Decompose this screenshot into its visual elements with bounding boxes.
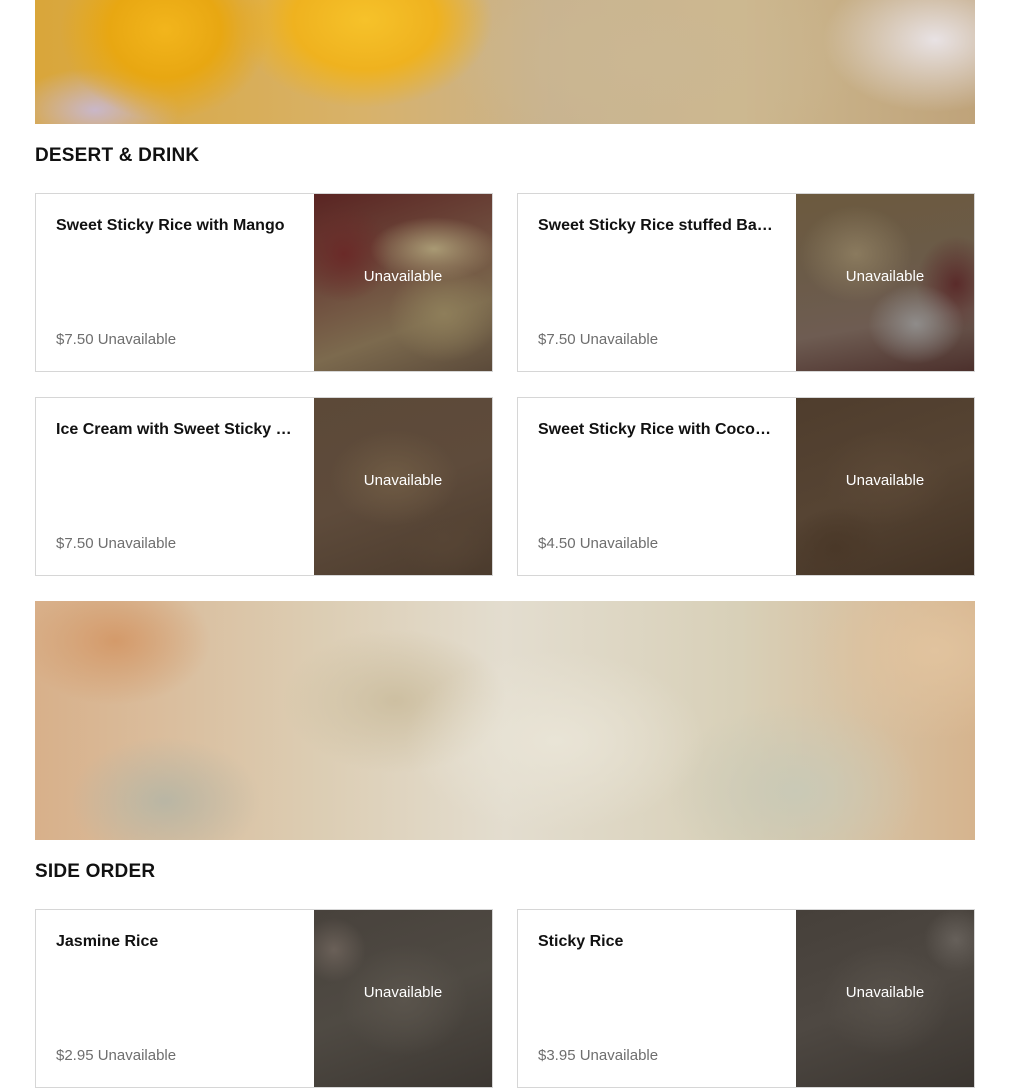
menu-item-image: Unavailable	[314, 194, 492, 371]
unavailable-overlay-label: Unavailable	[845, 472, 925, 489]
unavailable-overlay-label: Unavailable	[363, 268, 443, 285]
menu-item-name: Sweet Sticky Rice with Mango	[56, 217, 285, 234]
unavailable-overlay-label: Unavailable	[845, 268, 925, 285]
menu-item-name: Sweet Sticky Rice with Coconut	[538, 421, 776, 438]
menu-item-price: $4.50	[538, 535, 576, 552]
unavailable-overlay-label: Unavailable	[363, 984, 443, 1001]
menu-item-card[interactable]: Sweet Sticky Rice with Mango $7.50 Unava…	[35, 193, 493, 372]
menu-item-card[interactable]: Ice Cream with Sweet Sticky Rice $7.50 U…	[35, 397, 493, 576]
section-banner-image	[35, 0, 975, 124]
menu-item-card[interactable]: Sweet Sticky Rice stuffed Banana $7.50 U…	[517, 193, 975, 372]
menu-item-image: Unavailable	[314, 910, 492, 1087]
menu-item-price: $7.50	[56, 535, 94, 552]
menu-item-price: $2.95	[56, 1047, 94, 1064]
menu-item-image: Unavailable	[796, 910, 974, 1087]
menu-item-status: Unavailable	[579, 535, 659, 552]
menu-item-price-line: $7.50 Unavailable	[538, 331, 658, 349]
menu-item-image: Unavailable	[796, 398, 974, 575]
menu-item-price: $7.50	[538, 331, 576, 348]
menu-item-price-line: $7.50 Unavailable	[56, 331, 176, 349]
menu-item-name: Jasmine Rice	[56, 933, 159, 950]
section-title-desert-drink: DESERT & DRINK	[35, 145, 200, 166]
menu-item-price: $7.50	[56, 331, 94, 348]
menu-item-status: Unavailable	[97, 1047, 177, 1064]
menu-item-status: Unavailable	[97, 331, 177, 348]
menu-item-image: Unavailable	[796, 194, 974, 371]
unavailable-overlay-label: Unavailable	[363, 472, 443, 489]
menu-item-card[interactable]: Sweet Sticky Rice with Coconut $4.50 Una…	[517, 397, 975, 576]
menu-item-price-line: $3.95 Unavailable	[538, 1047, 658, 1065]
menu-item-status: Unavailable	[97, 535, 177, 552]
menu-item-status: Unavailable	[579, 1047, 659, 1064]
menu-item-price-line: $7.50 Unavailable	[56, 535, 176, 553]
menu-item-price-line: $4.50 Unavailable	[538, 535, 658, 553]
unavailable-overlay-label: Unavailable	[845, 984, 925, 1001]
menu-item-price-line: $2.95 Unavailable	[56, 1047, 176, 1065]
section-title-side-order: SIDE ORDER	[35, 861, 156, 882]
menu-item-price: $3.95	[538, 1047, 576, 1064]
menu-item-card[interactable]: Jasmine Rice $2.95 Unavailable Unavailab…	[35, 909, 493, 1088]
menu-item-name: Sweet Sticky Rice stuffed Banana	[538, 217, 776, 234]
menu-item-card[interactable]: Sticky Rice $3.95 Unavailable Unavailabl…	[517, 909, 975, 1088]
menu-item-image: Unavailable	[314, 398, 492, 575]
menu-item-status: Unavailable	[579, 331, 659, 348]
menu-item-name: Sticky Rice	[538, 933, 624, 950]
section-banner-image	[35, 601, 975, 840]
menu-item-name: Ice Cream with Sweet Sticky Rice	[56, 421, 294, 438]
